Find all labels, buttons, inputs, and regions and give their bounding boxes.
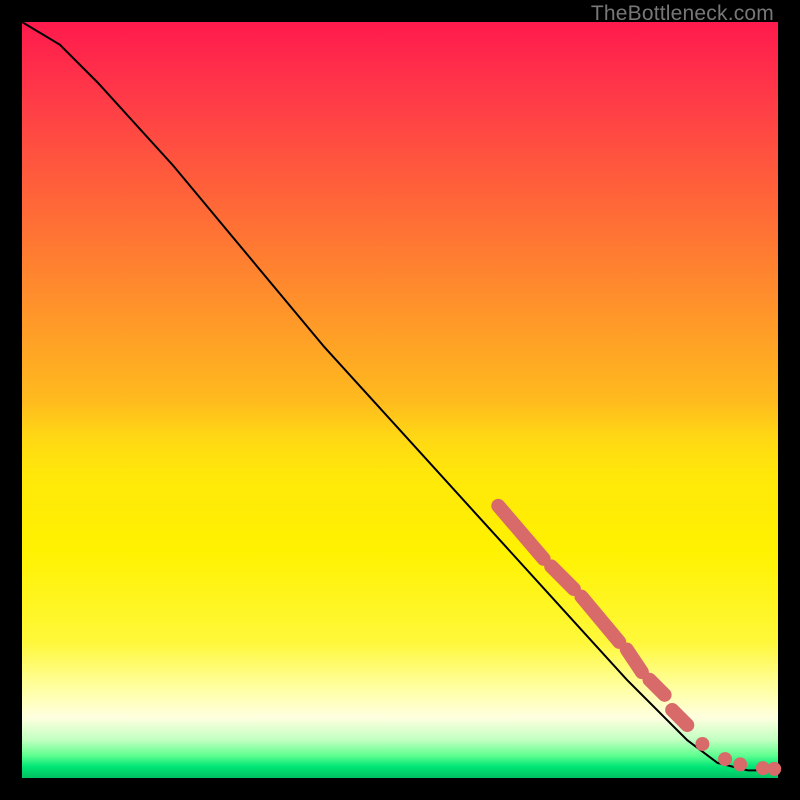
chart-svg bbox=[22, 22, 778, 778]
highlight-segment bbox=[551, 566, 574, 589]
highlight-point bbox=[695, 737, 709, 751]
highlight-segment bbox=[672, 710, 687, 725]
highlight-point bbox=[733, 757, 747, 771]
highlighted-segments-group bbox=[498, 506, 687, 725]
chart-frame bbox=[22, 22, 778, 778]
highlight-segment bbox=[627, 649, 642, 672]
highlight-segment bbox=[649, 680, 664, 695]
highlight-segment bbox=[498, 506, 543, 559]
highlight-point bbox=[767, 762, 781, 776]
highlight-point bbox=[718, 752, 732, 766]
bottleneck-curve bbox=[22, 22, 778, 770]
